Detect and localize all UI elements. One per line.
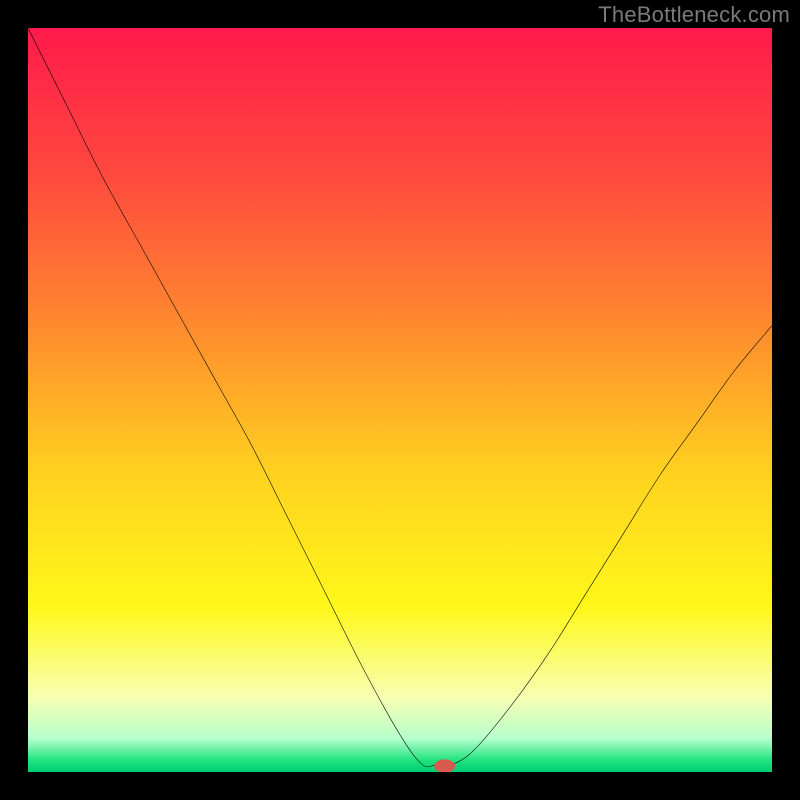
chart-svg: [28, 28, 772, 772]
watermark-text: TheBottleneck.com: [598, 2, 790, 28]
chart-frame: TheBottleneck.com: [0, 0, 800, 800]
chart-background: [28, 28, 772, 772]
plot-area: [28, 28, 772, 772]
